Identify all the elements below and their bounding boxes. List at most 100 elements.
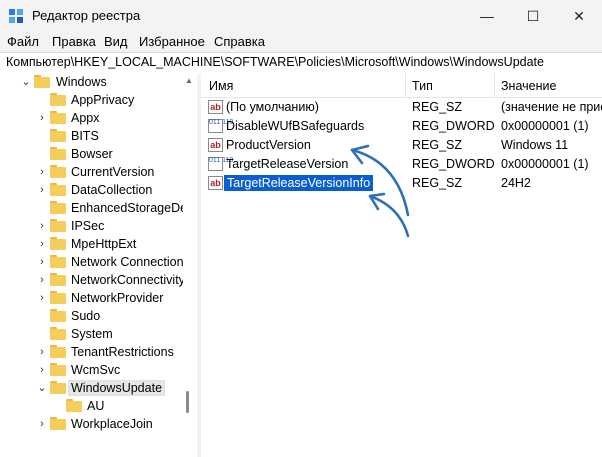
folder-icon (50, 93, 66, 106)
maximize-button[interactable]: ☐ (510, 0, 556, 32)
tree-item-label: IPSec (71, 219, 105, 233)
tree-item[interactable]: ⌄ WindowsUpdate (0, 379, 197, 397)
cell-type: REG_DWORD (412, 119, 495, 133)
tree-item-label: AppPrivacy (71, 93, 135, 107)
dword-value-icon: 011 110 (208, 119, 233, 133)
tree-item-label: WcmSvc (71, 363, 121, 377)
tree-item-label: AU (87, 399, 105, 413)
chevron-right-icon[interactable]: › (36, 292, 48, 304)
address-bar[interactable]: Компьютер\HKEY_LOCAL_MACHINE\SOFTWARE\Po… (0, 52, 602, 74)
registry-editor-icon (9, 9, 23, 23)
tree-item[interactable]: › WorkplaceJoin (0, 415, 197, 433)
tree-item[interactable]: › Appx (0, 109, 197, 127)
column-header-data[interactable]: Значение (501, 79, 556, 93)
folder-icon (66, 399, 82, 412)
tree-item[interactable]: › NetworkConnectivity (0, 271, 197, 289)
string-value-icon: ab (208, 100, 223, 114)
folder-icon (50, 291, 66, 304)
tree-item[interactable]: EnhancedStorageDev (0, 199, 197, 217)
tree-item-label: NetworkProvider (71, 291, 164, 305)
folder-icon (50, 129, 66, 142)
cell-name: ProductVersion (226, 138, 311, 152)
folder-icon (50, 201, 66, 214)
tree-item[interactable]: › WcmSvc (0, 361, 197, 379)
tree-item-label: NetworkConnectivity (71, 273, 185, 287)
chevron-right-icon[interactable]: › (36, 274, 48, 286)
tree-item[interactable]: Sudo (0, 307, 197, 325)
tree-item[interactable]: › MpeHttpExt (0, 235, 197, 253)
column-divider[interactable] (405, 73, 406, 97)
chevron-right-icon[interactable]: › (36, 256, 48, 268)
tree-item[interactable]: › DataCollection (0, 181, 197, 199)
folder-icon (50, 309, 66, 322)
tree-item-label: WindowsUpdate (67, 380, 166, 396)
chevron-down-icon[interactable]: ⌄ (36, 382, 48, 394)
tree-item-label: Bowser (71, 147, 113, 161)
chevron-right-icon[interactable]: › (36, 364, 48, 376)
menu-file[interactable]: Файл (7, 34, 39, 49)
tree-item-label: CurrentVersion (71, 165, 155, 179)
tree-item[interactable]: › IPSec (0, 217, 197, 235)
column-header-name[interactable]: Имя (209, 79, 233, 93)
minimize-icon: — (480, 8, 494, 24)
tree-item[interactable]: › NetworkProvider (0, 289, 197, 307)
tree-item-label: Windows (56, 75, 107, 89)
column-header-type[interactable]: Тип (412, 79, 433, 93)
maximize-icon: ☐ (526, 7, 540, 24)
tree-item-label: BITS (71, 129, 99, 143)
chevron-right-icon[interactable]: › (36, 346, 48, 358)
tree-item[interactable]: › CurrentVersion (0, 163, 197, 181)
table-row[interactable]: 011 110 DisableWUfBSafeguards REG_DWORD 0x0… (201, 117, 602, 136)
values-pane[interactable]: Имя Тип Значение ab (По умолчанию) REG_SZ(… (201, 73, 602, 457)
tree-item[interactable]: › TenantRestrictions (0, 343, 197, 361)
cell-data: 0x00000001 (1) (501, 157, 589, 171)
title-bar: Редактор реестра — ☐ ✕ (0, 0, 602, 32)
folder-icon (50, 183, 66, 196)
tree-item-label: DataCollection (71, 183, 153, 197)
minimize-button[interactable]: — (464, 0, 510, 32)
tree-item[interactable]: › Network Connection (0, 253, 197, 271)
string-value-icon: ab (208, 176, 223, 190)
dword-value-icon: 011 110 (208, 157, 233, 171)
folder-icon (50, 273, 66, 286)
menu-view[interactable]: Вид (104, 34, 128, 49)
tree-item[interactable]: AU (0, 397, 197, 415)
chevron-right-icon[interactable]: › (36, 166, 48, 178)
close-button[interactable]: ✕ (556, 0, 602, 32)
tree-item-label: Sudo (71, 309, 101, 323)
cell-data: (значение не присвоено) (501, 100, 602, 114)
folder-icon (50, 147, 66, 160)
chevron-right-icon[interactable]: › (36, 220, 48, 232)
table-row[interactable]: ab TargetReleaseVersionInfo REG_SZ 24H2 (201, 174, 602, 193)
chevron-right-icon[interactable]: › (36, 418, 48, 430)
folder-icon (34, 75, 50, 88)
chevron-right-icon[interactable]: › (36, 112, 48, 124)
tree-scrollbar-thumb[interactable] (186, 391, 189, 413)
tree-item[interactable]: AppPrivacy (0, 91, 197, 109)
folder-icon (50, 111, 66, 124)
chevron-down-icon[interactable]: ⌄ (20, 76, 32, 88)
table-row[interactable]: ab ProductVersion REG_SZ Windows 11 (201, 136, 602, 155)
table-row[interactable]: ab(По умолчанию) REG_SZ (значение не присв… (201, 98, 602, 117)
key-tree-pane[interactable]: ⌄ Windows AppPrivacy › Appx BITS Bowser › Curr… (0, 73, 197, 457)
menu-favorites[interactable]: Избранное (139, 34, 205, 49)
address-path[interactable]: Компьютер\HKEY_LOCAL_MACHINE\SOFTWARE\Po… (6, 55, 544, 69)
cell-data: Windows 11 (501, 138, 569, 152)
chevron-right-icon[interactable]: › (36, 238, 48, 250)
cell-name: DisableWUfBSafeguards (226, 119, 365, 133)
scroll-up-icon[interactable]: ▲ (185, 76, 193, 85)
menu-help[interactable]: Справка (214, 34, 265, 49)
table-row[interactable]: 011 110 TargetReleaseVersion REG_DWORD 0x00… (201, 155, 602, 174)
tree-item[interactable]: System (0, 325, 197, 343)
folder-icon (50, 417, 66, 430)
tree-item-label: WorkplaceJoin (71, 417, 153, 431)
tree-item[interactable]: BITS (0, 127, 197, 145)
column-divider[interactable] (494, 73, 495, 97)
menu-edit[interactable]: Правка (52, 34, 96, 49)
tree-item-windows[interactable]: ⌄ Windows (0, 73, 197, 91)
chevron-right-icon[interactable]: › (36, 184, 48, 196)
folder-icon (50, 381, 66, 394)
cell-name: TargetReleaseVersion (226, 157, 349, 171)
tree-item[interactable]: Bowser (0, 145, 197, 163)
tree-item-label: Appx (71, 111, 100, 125)
